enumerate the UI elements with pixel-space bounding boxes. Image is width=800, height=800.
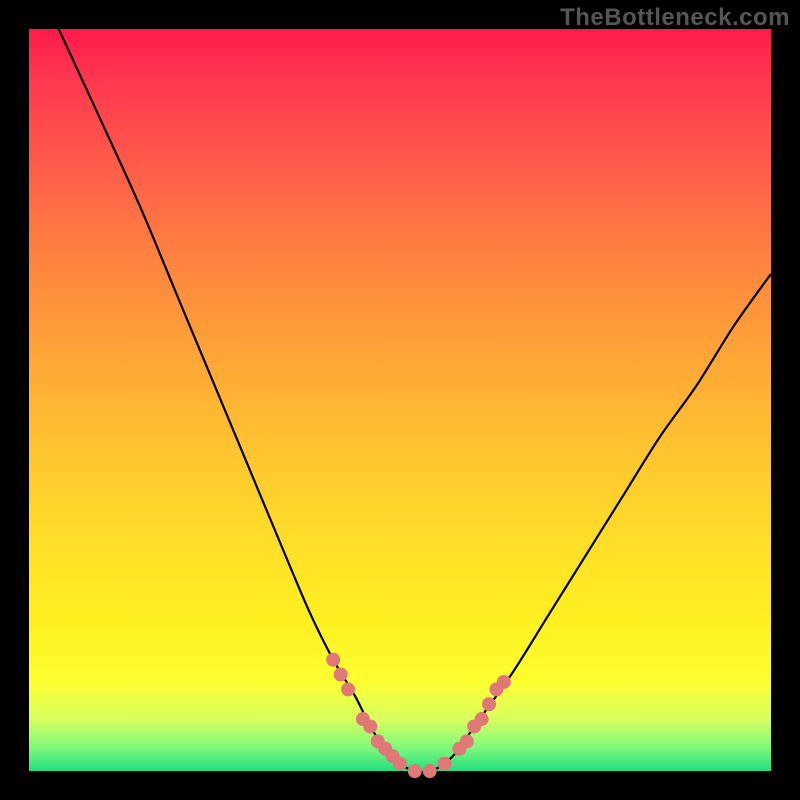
highlight-dot [423,764,437,778]
highlight-dot [438,757,452,771]
highlight-dot [460,734,474,748]
highlight-dot [482,697,496,711]
highlight-dot [326,653,340,667]
highlight-dot [363,719,377,733]
highlight-dot [393,757,407,771]
bottleneck-curve [59,29,771,772]
highlight-dot [497,675,511,689]
attribution-text: TheBottleneck.com [560,4,790,32]
highlight-dot [408,764,422,778]
highlight-dots [326,653,511,778]
highlight-dot [341,682,355,696]
bottleneck-chart [29,29,771,771]
highlight-dot [334,668,348,682]
highlight-dot [475,712,489,726]
